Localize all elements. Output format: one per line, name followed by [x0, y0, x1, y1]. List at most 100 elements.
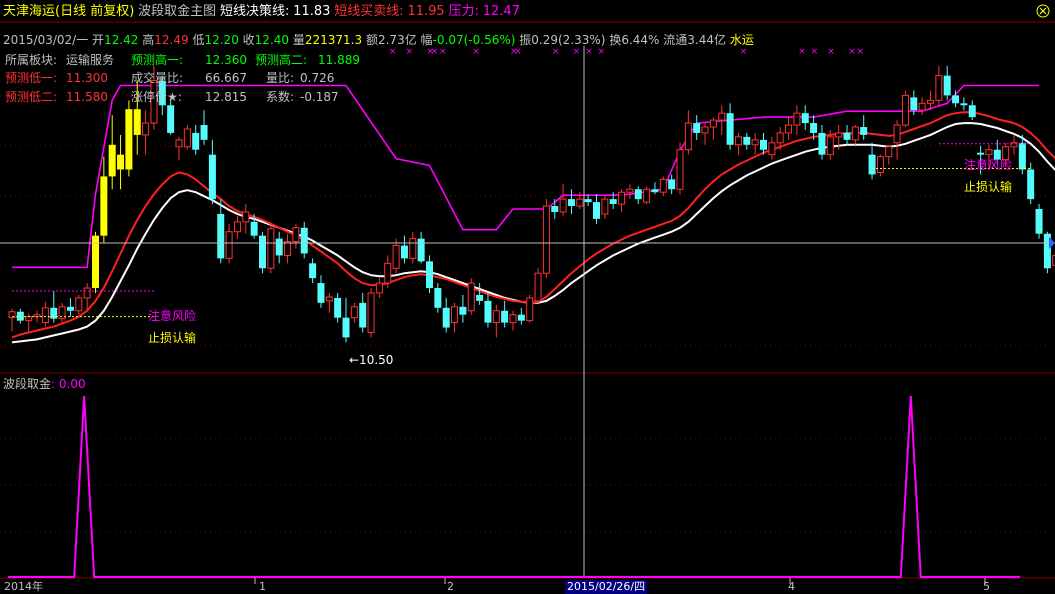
chart-canvas[interactable]: × × ×× × × ×× × × × × × × × × × ×: [0, 0, 1055, 591]
xaxis-label-5: 5: [983, 580, 990, 593]
volratio-label: 量比:: [266, 71, 295, 85]
candle-body: [709, 119, 717, 128]
candle-body: [292, 227, 300, 243]
signal-x-marker: ×: [585, 47, 593, 57]
signal-x-marker: ×: [514, 47, 522, 57]
candle-body: [551, 206, 559, 212]
candle-body: [684, 122, 692, 151]
candle-body: [910, 97, 918, 111]
candle-body: [918, 102, 926, 111]
stock-name: 天津海运(日线 前复权): [3, 4, 135, 19]
candle-body: [609, 199, 617, 205]
signal-x-marker: ×: [431, 47, 439, 57]
limit-label: 涨停价★:: [131, 90, 182, 104]
xaxis-label-2: 2: [447, 580, 454, 593]
candle-body: [634, 189, 642, 200]
candle-body: [117, 154, 125, 170]
candle-body: [668, 179, 676, 190]
candle-body: [208, 154, 216, 200]
candle-body: [384, 262, 392, 284]
candle-body: [233, 221, 241, 233]
candle-body: [484, 300, 492, 323]
candle-body: [851, 126, 859, 141]
candle-body: [835, 132, 843, 138]
candle-body: [217, 213, 225, 259]
board-value: 运输服务: [66, 53, 115, 67]
candle-body: [317, 283, 325, 303]
candle-body: [334, 297, 342, 318]
candle-body: [943, 75, 951, 96]
candle-body: [593, 202, 600, 219]
vol-value: 221371.3: [304, 33, 363, 47]
candle-body: [284, 241, 292, 256]
stoploss-label-2: 止损认输: [964, 180, 1013, 194]
candle-body: [526, 297, 534, 322]
candle-body: [935, 75, 943, 101]
candle-body: [860, 127, 868, 135]
float-label: 流通: [663, 33, 688, 47]
amp-value: 0.29(2.33%): [531, 33, 606, 47]
candle-body: [968, 105, 976, 118]
candle-body: [426, 261, 433, 289]
candle-body: [192, 132, 200, 150]
candle-body: [785, 124, 793, 134]
candle-body: [893, 124, 901, 144]
candle-body: [392, 245, 400, 269]
candle-body: [985, 149, 993, 156]
candle-body: [100, 176, 108, 236]
signal-x-marker: ×: [598, 47, 606, 57]
low-price-marker: ←10.50: [349, 353, 394, 367]
line1-value: 11.83: [293, 4, 331, 19]
signal-x-marker: ×: [857, 47, 865, 57]
xaxis-label-0: 2014年: [4, 580, 43, 593]
sub-title: 波段取金: 0.00: [3, 377, 86, 391]
candle-body: [534, 272, 542, 302]
indicator-name: 波段取金主图: [138, 4, 217, 19]
quote-date: 2015/03/02/一: [3, 33, 89, 47]
signal-x-marker: ×: [811, 47, 819, 57]
candle-body: [459, 306, 467, 315]
close-value: 12.40: [254, 33, 290, 47]
candle-body: [751, 139, 759, 146]
high-value: 12.49: [154, 33, 189, 47]
candle-body: [743, 136, 751, 145]
signal-x-marker: ×: [798, 47, 806, 57]
candle-body: [467, 282, 475, 312]
limit-value: 12.815: [205, 90, 247, 104]
quote-line: 2015/03/02/一 开12.42 高12.49 低12.20 收12.40…: [3, 33, 754, 47]
deal-value: 66.667: [205, 71, 247, 85]
candle-body: [576, 198, 584, 207]
pred-low1-value: 11.300: [66, 71, 108, 85]
candle-body: [167, 105, 175, 133]
candle-body: [66, 306, 74, 311]
line3-label: 压力:: [448, 4, 479, 19]
candle-body: [776, 132, 784, 144]
sector: 水运: [729, 33, 754, 47]
candle-body: [760, 139, 767, 150]
candle-body: [92, 235, 99, 289]
candle-body: [400, 245, 408, 259]
line2-label: 短线买卖线:: [334, 4, 404, 19]
candle-body: [325, 296, 333, 302]
signal-x-marker: ×: [406, 47, 414, 57]
low-value: 12.20: [204, 33, 239, 47]
candle-body: [701, 126, 709, 134]
candle-body: [618, 191, 626, 205]
candle-body: [375, 282, 383, 294]
close-label: 收: [242, 33, 255, 47]
pred-low1-label: 预测低一:: [5, 71, 58, 85]
candle-body: [826, 136, 834, 156]
candle-body: [876, 156, 884, 173]
crosshair-arrow: [1049, 237, 1055, 249]
pred-high1-label: 预测高一:: [131, 53, 184, 67]
candle-body: [1035, 209, 1043, 234]
pred-high2-label: 预测高二:: [255, 53, 308, 67]
candle-body: [442, 307, 450, 328]
signal-x-marker: ×: [740, 47, 748, 57]
candle-body: [818, 132, 826, 155]
close-icon[interactable]: [1036, 4, 1050, 18]
candle-body: [793, 112, 801, 126]
signal-x-marker: ×: [827, 47, 835, 57]
line1-label: 短线决策线:: [219, 4, 290, 19]
pred-high2-value: 11.889: [318, 53, 360, 67]
